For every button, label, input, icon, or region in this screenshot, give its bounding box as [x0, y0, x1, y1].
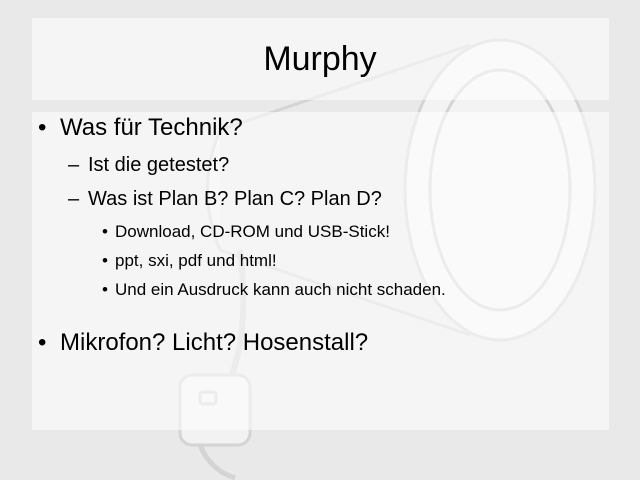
bullet-subitem: Ist die getestet? — [88, 154, 230, 176]
bullet-subsubitem: Download, CD-ROM und USB-Stick! — [115, 222, 390, 241]
bullet-marker-small: • — [102, 222, 108, 241]
dash-marker: – — [68, 154, 80, 176]
bullet-marker: • — [38, 329, 47, 356]
bullet-subsubitem: Und ein Ausdruck kann auch nicht schaden… — [115, 280, 446, 299]
dash-marker: – — [68, 188, 80, 210]
bullet-item: Mikrofon? Licht? Hosenstall? — [60, 329, 369, 356]
bullet-marker-small: • — [102, 251, 108, 270]
bullet-subsubitem: ppt, sxi, pdf und html! — [115, 251, 277, 270]
bullet-marker: • — [38, 114, 47, 141]
bullet-subitem: Was ist Plan B? Plan C? Plan D? — [88, 188, 382, 210]
bullet-item: Was für Technik? — [60, 114, 243, 141]
bullet-list: • Was für Technik? – Ist die getestet? –… — [0, 0, 640, 480]
bullet-marker-small: • — [102, 280, 108, 299]
